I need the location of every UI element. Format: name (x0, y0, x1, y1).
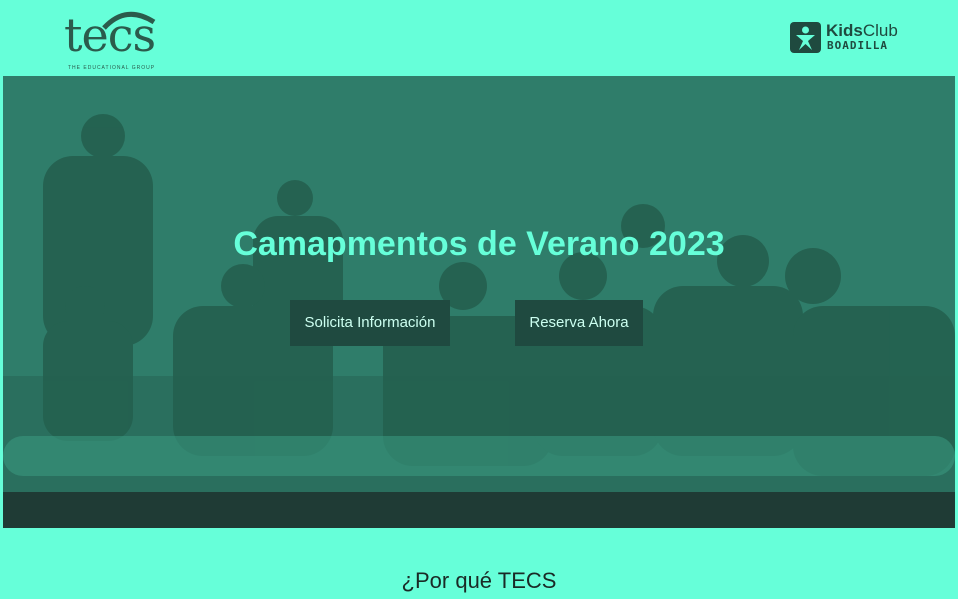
tecs-logo[interactable]: tecs THE EDUCATIONAL GROUP (50, 6, 190, 72)
site-header: tecs THE EDUCATIONAL GROUP KidsClub BOAD… (0, 0, 958, 76)
book-now-button[interactable]: Reserva Ahora (515, 300, 643, 346)
kids-club-line2: BOADILLA (827, 39, 888, 52)
why-tecs-heading: ¿Por qué TECS (401, 568, 557, 593)
hero-bottom-strip (3, 492, 955, 528)
request-info-button[interactable]: Solicita Información (290, 300, 450, 346)
kids-club-logo[interactable]: KidsClub BOADILLA (790, 22, 920, 56)
tecs-logo-tagline: THE EDUCATIONAL GROUP (68, 65, 156, 71)
hero-banner: Camapmentos de Verano 2023 Solicita Info… (3, 76, 955, 528)
hero-title: Camapmentos de Verano 2023 (233, 225, 725, 263)
kids-club-line1: KidsClub (826, 21, 898, 40)
kids-club-badge-icon (790, 22, 821, 53)
tecs-logo-word: tecs (64, 8, 156, 62)
hero-photo (3, 76, 955, 528)
